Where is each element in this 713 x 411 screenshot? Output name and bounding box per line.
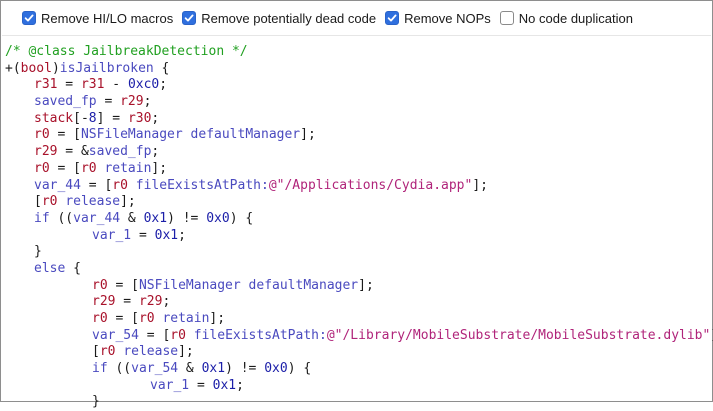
pseudocode-view: /* @class JailbreakDetection */+(bool)is…	[5, 44, 713, 411]
remove-dead-code-option[interactable]: Remove potentially dead code	[182, 11, 376, 26]
file-path-string: "/Applications/Cydia.app"	[276, 177, 473, 193]
code-line: var_44 = [r0 fileExistsAtPath:@"/Applica…	[34, 177, 488, 193]
remove-nops-label: Remove NOPs	[404, 10, 491, 26]
code-line: r0 = [r0 retain];	[34, 160, 168, 176]
code-line: stack[-8] = r30;	[34, 110, 160, 126]
code-line: var_54 = [r0 fileExistsAtPath:@"/Library…	[92, 327, 713, 343]
method-signature-line: +(bool)isJailbroken {	[5, 61, 713, 78]
class-comment-line: /* @class JailbreakDetection */	[5, 44, 713, 61]
class-comment: /* @class JailbreakDetection */	[5, 44, 248, 59]
options-toolbar: Remove HI/LO macros Remove potentially d…	[22, 8, 642, 28]
code-line: [r0 release];	[92, 344, 194, 360]
method-name: isJailbroken	[59, 60, 154, 76]
toolbar-divider	[2, 35, 711, 36]
remove-nops-option[interactable]: Remove NOPs	[385, 11, 491, 26]
code-line: r29 = r29;	[92, 294, 171, 310]
code-line: r29 = &saved_fp;	[34, 144, 160, 160]
remove-dead-code-checkbox[interactable]	[182, 11, 197, 25]
remove-nops-checkbox[interactable]	[385, 11, 400, 25]
remove-hilo-macros-option[interactable]: Remove HI/LO macros	[22, 11, 173, 26]
file-path-string: "/Library/MobileSubstrate/MobileSubstrat…	[334, 327, 711, 343]
code-line: }	[34, 244, 42, 260]
code-line: else {	[34, 260, 81, 276]
remove-dead-code-label: Remove potentially dead code	[201, 10, 377, 26]
checkmark-icon	[24, 14, 34, 22]
code-line: saved_fp = r29;	[34, 94, 152, 110]
code-line: if ((var_54 & 0x1) != 0x0) {	[92, 361, 312, 377]
code-line: r31 = r31 - 0xc0;	[34, 77, 168, 93]
code-line: }	[92, 394, 100, 410]
method-prefix: +(	[5, 60, 21, 76]
code-line: r0 = [NSFileManager defaultManager];	[92, 277, 374, 293]
code-line: [r0 release];	[34, 194, 136, 210]
no-code-duplication-label: No code duplication	[518, 10, 633, 26]
remove-hilo-macros-label: Remove HI/LO macros	[41, 10, 174, 26]
no-code-duplication-checkbox[interactable]	[499, 11, 514, 25]
checkmark-icon	[184, 14, 194, 22]
code-line: r0 = [NSFileManager defaultManager];	[34, 127, 316, 143]
method-open-brace: {	[153, 60, 170, 76]
checkmark-icon	[387, 14, 397, 22]
code-line: var_1 = 0x1;	[92, 227, 186, 243]
no-code-duplication-option[interactable]: No code duplication	[499, 10, 633, 26]
method-type-close: )	[51, 60, 60, 76]
remove-hilo-macros-checkbox[interactable]	[22, 11, 36, 25]
code-line: if ((var_44 & 0x1) != 0x0) {	[34, 210, 254, 226]
method-return-type: bool	[20, 60, 52, 76]
code-line: r0 = [r0 retain];	[92, 311, 226, 326]
code-line: var_1 = 0x1;	[150, 377, 244, 393]
